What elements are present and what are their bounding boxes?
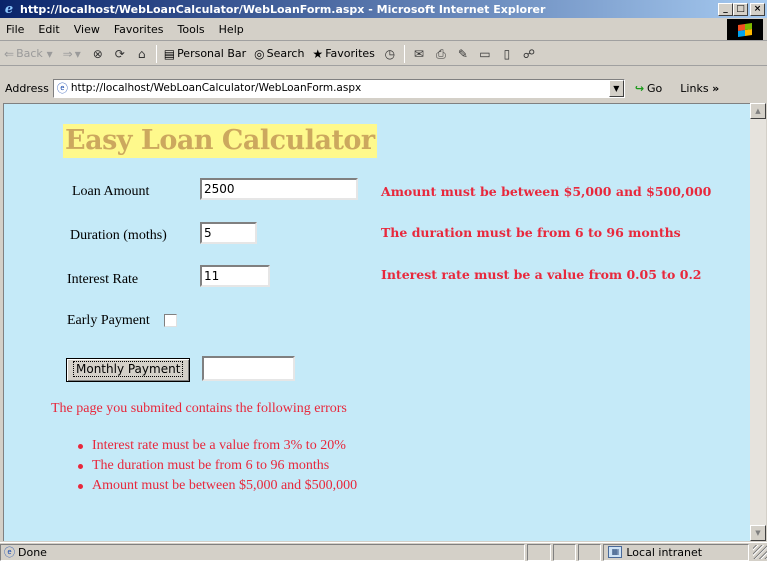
interest-rate-label: Interest Rate <box>67 272 139 287</box>
early-payment-label: Early Payment <box>67 313 150 328</box>
go-arrow-icon: ↪ <box>634 81 645 95</box>
messenger-icon[interactable]: ☍ <box>521 46 537 62</box>
menu-edit[interactable]: Edit <box>31 23 66 36</box>
interest-error-message: Interest rate must be a value from 0.05 … <box>381 267 702 282</box>
back-button[interactable]: ⇐ Back ▾ <box>0 47 59 61</box>
zone-label: Local intranet <box>626 545 703 559</box>
duration-input[interactable]: 5 <box>200 222 257 244</box>
monthly-payment-button-label: Monthly Payment <box>73 361 184 377</box>
forward-dropdown-icon[interactable]: ▾ <box>75 47 81 61</box>
maximize-button[interactable]: □ <box>733 2 748 16</box>
search-label: Search <box>266 47 305 60</box>
ie-logo-icon: e <box>4 1 14 17</box>
back-label: Back <box>16 47 43 60</box>
go-button[interactable]: ↪ Go <box>635 82 662 95</box>
monthly-payment-button[interactable]: Monthly Payment <box>66 358 191 382</box>
menu-favorites[interactable]: Favorites <box>107 23 171 36</box>
links-label: Links <box>680 81 709 95</box>
menu-file[interactable]: File <box>0 23 31 36</box>
favorites-icon: ★ <box>312 46 324 61</box>
status-panel <box>552 543 576 561</box>
print-icon[interactable]: ⎙ <box>433 46 449 62</box>
page-icon: ⓔ <box>56 82 68 95</box>
scroll-down-icon[interactable]: ▼ <box>750 525 766 541</box>
favorites-button[interactable]: ★ Favorites <box>308 47 378 61</box>
forward-arrow-icon: ⇒ <box>62 46 73 61</box>
address-label: Address <box>5 81 49 95</box>
close-button[interactable]: × <box>750 2 765 16</box>
security-zone-panel: ▦ Local intranet <box>603 543 750 561</box>
toolbar-separator <box>403 44 405 63</box>
address-dropdown-icon[interactable]: ▼ <box>608 79 624 97</box>
personal-bar-label: Personal Bar <box>177 47 247 60</box>
chevron-right-icon: » <box>712 81 720 95</box>
duration-label: Duration (moths) <box>70 228 167 243</box>
toolbar-separator <box>155 44 157 63</box>
windows-flag-icon <box>738 22 752 37</box>
menu-help[interactable]: Help <box>212 23 251 36</box>
address-bar: Address ⓔ http://localhost/WebLoanCalcul… <box>0 77 767 99</box>
status-bar: ⓔ Done ▦ Local intranet <box>0 542 767 561</box>
personal-bar-icon: ▤ <box>163 46 176 61</box>
document-icon[interactable]: ▯ <box>499 46 515 62</box>
intranet-zone-icon: ▦ <box>608 546 623 558</box>
window-title: http://localhost/WebLoanCalculator/WebLo… <box>20 2 546 16</box>
address-field[interactable]: ⓔ http://localhost/WebLoanCalculator/Web… <box>52 78 625 98</box>
page-content: Easy Loan Calculator Loan Amount 2500 Am… <box>3 103 750 541</box>
status-panel <box>527 543 551 561</box>
validation-summary-header: The page you submited contains the follo… <box>51 401 347 416</box>
address-url[interactable]: http://localhost/WebLoanCalculator/WebLo… <box>71 82 609 94</box>
validation-summary-list: Interest rate must be a value from 3% to… <box>74 437 374 497</box>
stop-icon[interactable]: ⊗ <box>90 46 106 62</box>
standard-toolbar: ⇐ Back ▾ ⇒ ▾ ⊗ ⟳ ⌂ ▤ Personal Bar ◎ Sear… <box>0 42 767 66</box>
refresh-icon[interactable]: ⟳ <box>112 46 128 62</box>
back-dropdown-icon[interactable]: ▾ <box>43 47 53 61</box>
scroll-up-icon[interactable]: ▲ <box>750 103 766 119</box>
amount-error-message: Amount must be between $5,000 and $500,0… <box>381 184 712 199</box>
page-title: Easy Loan Calculator <box>63 124 377 158</box>
early-payment-checkbox[interactable] <box>164 314 177 327</box>
mail-icon[interactable]: ✉ <box>411 46 427 62</box>
validation-summary-item: Interest rate must be a value from 3% to… <box>74 437 374 455</box>
edit-icon[interactable]: ✎ <box>455 46 471 62</box>
duration-error-message: The duration must be from 6 to 96 months <box>381 225 681 240</box>
minimize-button[interactable]: _ <box>718 2 733 16</box>
resize-grip-icon[interactable] <box>753 545 767 559</box>
go-label: Go <box>647 81 663 95</box>
validation-summary-item: The duration must be from 6 to 96 months <box>74 457 374 475</box>
status-text: Done <box>18 545 47 559</box>
discuss-icon[interactable]: ▭ <box>477 46 493 62</box>
menu-bar: File Edit View Favorites Tools Help <box>0 19 767 41</box>
history-icon[interactable]: ◷ <box>382 46 398 62</box>
links-button[interactable]: Links » <box>680 82 719 95</box>
validation-summary-item: Amount must be between $5,000 and $500,0… <box>74 477 374 495</box>
windows-logo <box>727 19 763 40</box>
search-icon: ◎ <box>254 46 265 61</box>
window-controls: _ □ × <box>718 2 765 16</box>
ie-page-icon: ⓔ <box>4 546 15 559</box>
home-icon[interactable]: ⌂ <box>134 46 150 62</box>
back-arrow-icon: ⇐ <box>4 46 15 61</box>
status-text-panel: ⓔ Done <box>0 543 526 561</box>
favorites-label: Favorites <box>325 47 375 60</box>
interest-rate-input[interactable]: 11 <box>200 265 270 287</box>
menu-tools[interactable]: Tools <box>171 23 212 36</box>
status-panel <box>577 543 602 561</box>
menu-view[interactable]: View <box>67 23 107 36</box>
search-button[interactable]: ◎ Search <box>250 47 308 61</box>
vertical-scrollbar[interactable]: ▲ ▼ <box>750 103 766 541</box>
window-titlebar: e http://localhost/WebLoanCalculator/Web… <box>0 0 767 18</box>
monthly-payment-result[interactable] <box>202 356 295 381</box>
personal-bar-button[interactable]: ▤ Personal Bar <box>160 47 250 61</box>
loan-amount-input[interactable]: 2500 <box>200 178 358 200</box>
loan-amount-label: Loan Amount <box>72 184 150 199</box>
forward-button[interactable]: ⇒ ▾ <box>59 47 87 61</box>
